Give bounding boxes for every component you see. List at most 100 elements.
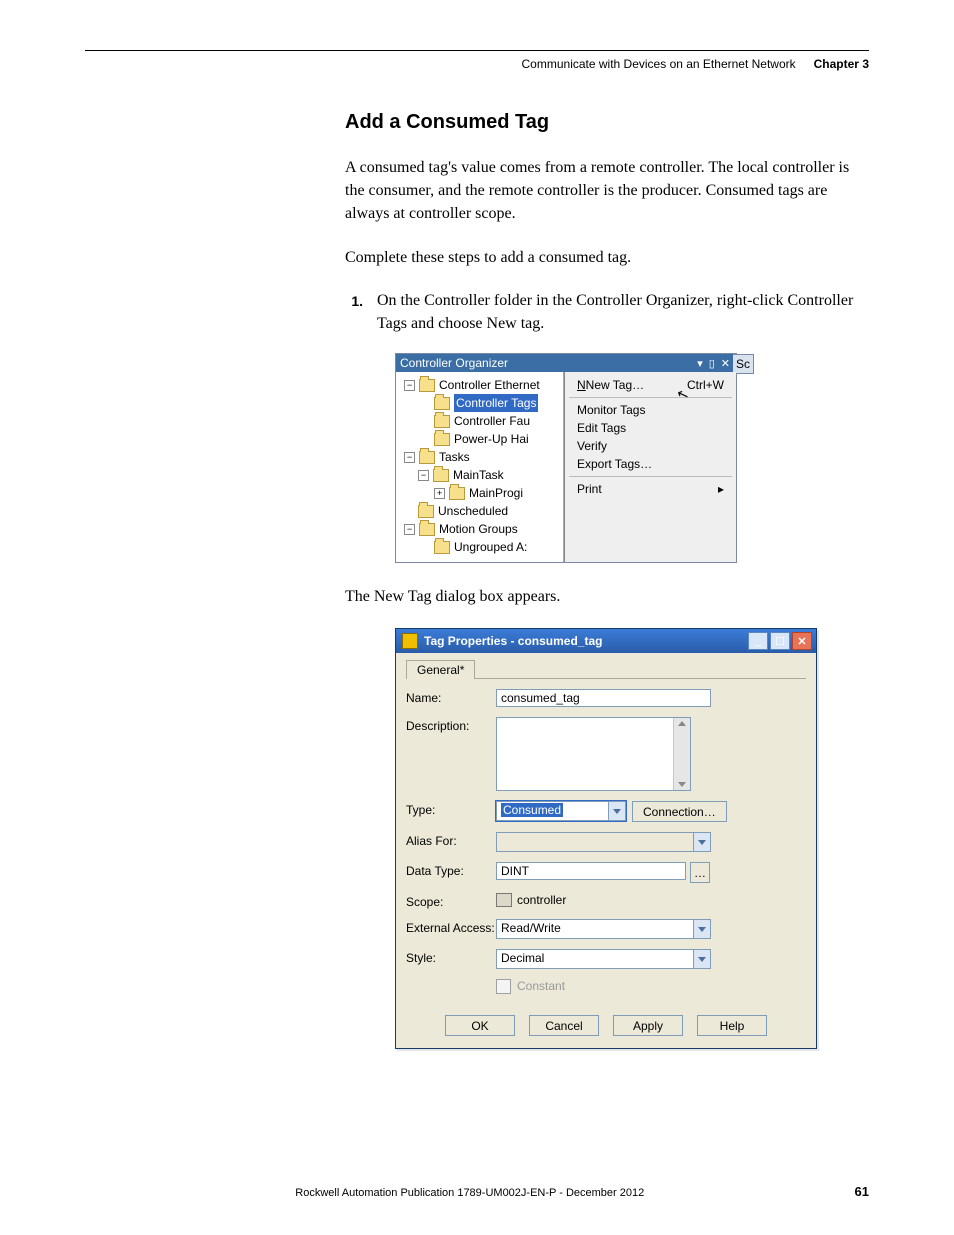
dialog-title-text: Tag Properties - consumed_tag: [424, 634, 602, 648]
folder-icon: [433, 469, 449, 482]
tree-tasks[interactable]: Tasks: [439, 448, 470, 466]
folder-icon: [419, 379, 435, 392]
label-name: Name:: [406, 689, 496, 705]
connection-button[interactable]: Connection…: [632, 801, 727, 822]
pin-icon[interactable]: ▯: [707, 357, 717, 370]
datatype-browse-button[interactable]: …: [690, 862, 710, 883]
menu-separator: [569, 397, 732, 398]
cancel-button[interactable]: Cancel: [529, 1015, 599, 1036]
submenu-arrow-icon: ▸: [718, 482, 724, 496]
tag-properties-dialog: Tag Properties - consumed_tag _ ☐ ✕ Gene…: [395, 628, 817, 1049]
close-icon[interactable]: ✕: [792, 632, 812, 650]
expand-icon[interactable]: −: [418, 470, 429, 481]
expand-icon[interactable]: −: [404, 380, 415, 391]
body-para-2: Complete these steps to add a consumed t…: [345, 246, 869, 269]
controller-icon: [496, 893, 512, 907]
menu-export-tags[interactable]: Export Tags…: [565, 455, 736, 473]
label-description: Description:: [406, 717, 496, 733]
label-alias: Alias For:: [406, 832, 496, 848]
chevron-down-icon[interactable]: [693, 950, 710, 968]
body-para-3: The New Tag dialog box appears.: [345, 585, 869, 608]
label-spacer: [406, 979, 496, 981]
type-value: Consumed: [501, 803, 563, 817]
folder-icon: [418, 505, 434, 518]
app-icon: [402, 633, 418, 649]
menu-monitor-label: Monitor Tags: [577, 403, 645, 417]
menu-edit-label: Edit Tags: [577, 421, 626, 435]
label-datatype: Data Type:: [406, 862, 496, 878]
expand-icon[interactable]: −: [404, 452, 415, 463]
folder-icon: [434, 397, 450, 410]
close-icon[interactable]: ✕: [719, 357, 732, 370]
folder-icon: [419, 451, 435, 464]
tree-motion-groups[interactable]: Motion Groups: [439, 520, 518, 538]
expand-icon[interactable]: −: [404, 524, 415, 535]
folder-icon: [434, 415, 450, 428]
footer-page-number: 61: [855, 1184, 869, 1199]
label-type: Type:: [406, 801, 496, 817]
external-access-select[interactable]: Read/Write: [496, 919, 711, 939]
side-panel-fragment: Sc: [733, 354, 754, 374]
tree-powerup[interactable]: Power-Up Hai: [454, 430, 529, 448]
tree-controller-ethernet[interactable]: Controller Ethernet: [439, 376, 540, 394]
dropdown-icon[interactable]: ▾: [695, 357, 705, 370]
step-number: 1.: [345, 289, 363, 335]
tree-maintask[interactable]: MainTask: [453, 466, 504, 484]
menu-new-tag-label: New Tag…: [586, 378, 644, 392]
label-external-access: External Access:: [406, 919, 496, 935]
type-select[interactable]: Consumed: [496, 801, 626, 821]
chevron-down-icon[interactable]: [693, 833, 710, 851]
description-textarea[interactable]: [496, 717, 691, 791]
page-footer: Rockwell Automation Publication 1789-UM0…: [85, 1184, 869, 1199]
tree-controller-fault[interactable]: Controller Fau: [454, 412, 530, 430]
tree-unscheduled[interactable]: Unscheduled: [438, 502, 508, 520]
header-rule: [85, 50, 869, 51]
dialog-titlebar: Tag Properties - consumed_tag _ ☐ ✕: [396, 629, 816, 653]
chevron-down-icon[interactable]: [608, 802, 625, 820]
ok-button[interactable]: OK: [445, 1015, 515, 1036]
tab-general[interactable]: General*: [406, 660, 475, 679]
header-chapter: Chapter 3: [814, 57, 869, 71]
folder-icon: [434, 541, 450, 554]
menu-separator: [569, 476, 732, 477]
style-select[interactable]: Decimal: [496, 949, 711, 969]
datatype-input[interactable]: [496, 862, 686, 880]
folder-icon: [449, 487, 465, 500]
maximize-icon[interactable]: ☐: [770, 632, 790, 650]
step-text: On the Controller folder in the Controll…: [377, 289, 869, 335]
menu-verify[interactable]: Verify: [565, 437, 736, 455]
organizer-tree[interactable]: − Controller Ethernet Controller Tags Con…: [396, 372, 564, 562]
body-para-1: A consumed tag's value comes from a remo…: [345, 156, 869, 226]
expand-icon[interactable]: +: [434, 488, 445, 499]
context-menu: ↖ NNew Tag… Ctrl+W Monitor Tags Edit Tag…: [564, 372, 736, 562]
label-constant: Constant: [517, 979, 565, 993]
alias-select[interactable]: [496, 832, 711, 852]
menu-new-tag[interactable]: NNew Tag… Ctrl+W: [565, 376, 736, 394]
organizer-titlebar: Controller Organizer ▾ ▯ ✕: [396, 354, 736, 372]
menu-export-label: Export Tags…: [577, 457, 652, 471]
menu-monitor-tags[interactable]: Monitor Tags: [565, 401, 736, 419]
minimize-icon[interactable]: _: [748, 632, 768, 650]
tree-controller-tags[interactable]: Controller Tags: [454, 394, 538, 412]
external-access-value: Read/Write: [501, 921, 561, 935]
menu-print[interactable]: Print ▸: [565, 480, 736, 498]
menu-new-tag-accel: Ctrl+W: [687, 378, 724, 392]
help-button[interactable]: Help: [697, 1015, 767, 1036]
controller-organizer-panel: Sc Controller Organizer ▾ ▯ ✕ −Controlle…: [395, 353, 737, 563]
chevron-down-icon[interactable]: [693, 920, 710, 938]
label-style: Style:: [406, 949, 496, 965]
folder-icon: [434, 433, 450, 446]
constant-checkbox: [496, 979, 511, 994]
name-input[interactable]: [496, 689, 711, 707]
page-header: Communicate with Devices on an Ethernet …: [85, 57, 869, 71]
scrollbar[interactable]: [673, 718, 690, 790]
tree-mainprog[interactable]: MainProgi: [469, 484, 523, 502]
label-scope: Scope:: [406, 893, 496, 909]
menu-verify-label: Verify: [577, 439, 607, 453]
menu-edit-tags[interactable]: Edit Tags: [565, 419, 736, 437]
tree-ungrouped[interactable]: Ungrouped A:: [454, 538, 527, 556]
apply-button[interactable]: Apply: [613, 1015, 683, 1036]
style-value: Decimal: [501, 951, 544, 965]
dialog-tabstrip: General*: [406, 659, 806, 679]
menu-print-label: Print: [577, 482, 602, 496]
